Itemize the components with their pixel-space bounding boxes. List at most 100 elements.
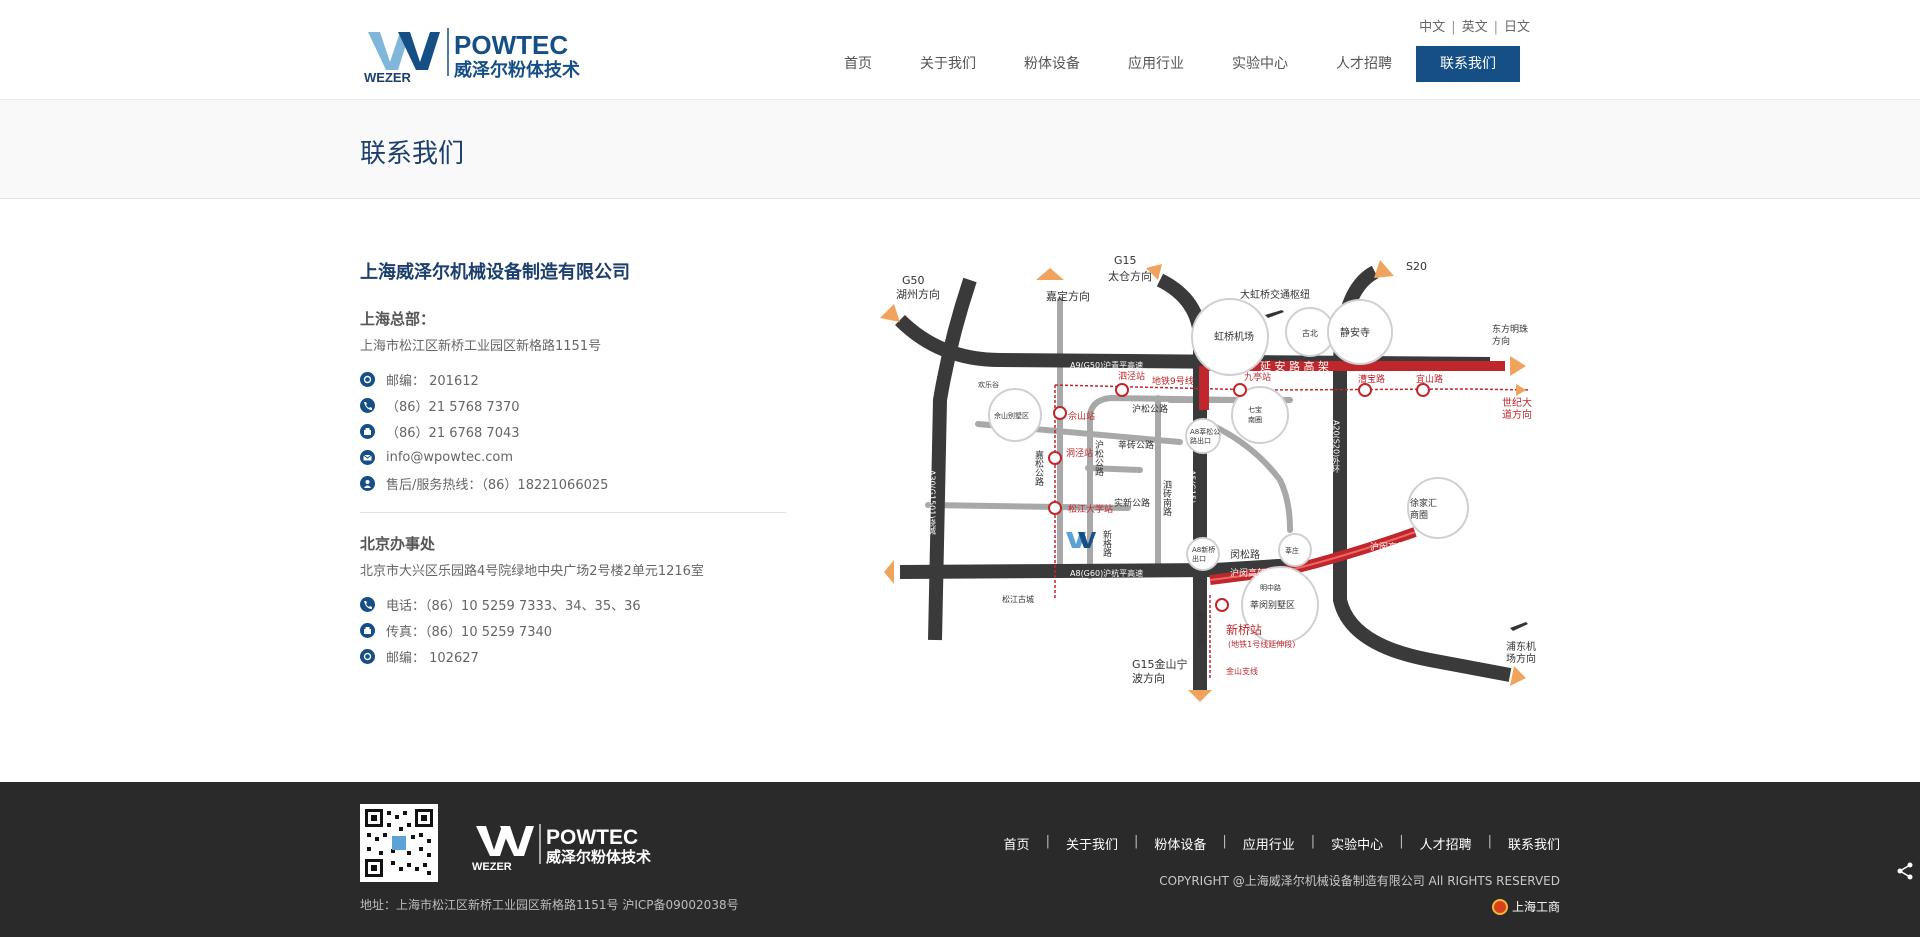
svg-text:静安寺: 静安寺 <box>1340 326 1370 339</box>
lang-japanese[interactable]: 日文 <box>1504 20 1530 35</box>
site-footer: WEZER POWTEC 威泽尔粉体技术 地址：上海市松江区新桥工业园区新格路1… <box>0 782 1920 937</box>
svg-text:(地铁1号线延伸段): (地铁1号线延伸段) <box>1228 639 1295 649</box>
shanghai-service-hotline: 售后/服务热线：（86）18221066025 <box>386 477 609 493</box>
svg-text:A5(G15): A5(G15) <box>1188 470 1197 503</box>
svg-text:泗砖南路: 泗砖南路 <box>1161 480 1172 517</box>
svg-text:泗泾站: 泗泾站 <box>1118 370 1145 382</box>
svg-text:POWTEC: POWTEC <box>454 30 568 60</box>
postcode-icon <box>360 371 375 387</box>
page-banner: 联系我们 <box>0 99 1920 199</box>
svg-text:沪闵高架延伸段: 沪闵高架延伸段 <box>1230 567 1293 579</box>
svg-text:欢乐谷: 欢乐谷 <box>978 380 999 389</box>
shanghai-service-row: 售后/服务热线：（86）18221066025 <box>360 470 786 496</box>
fax-icon <box>360 622 375 638</box>
shanghai-fax: （86）21 6768 7043 <box>386 425 520 441</box>
svg-text:WEZER: WEZER <box>364 70 412 84</box>
svg-text:G15: G15 <box>1114 254 1137 267</box>
page-title: 联系我们 <box>360 139 465 169</box>
svg-text:松江大学站: 松江大学站 <box>1068 503 1113 515</box>
svg-text:场方向: 场方向 <box>1506 652 1536 665</box>
svg-text:POWTEC: POWTEC <box>546 826 638 849</box>
beijing-postcode: 邮编： 102627 <box>386 650 479 666</box>
shanghai-email[interactable]: info@wpowtec.com <box>386 450 513 465</box>
nav-contact[interactable]: 联系我们 <box>1416 46 1520 82</box>
svg-text:A9(G50)沪青平高速: A9(G50)沪青平高速 <box>1070 360 1143 370</box>
svg-text:世纪大: 世纪大 <box>1502 396 1532 409</box>
svg-text:莘庄: 莘庄 <box>1285 546 1299 555</box>
svg-text:地铁9号线: 地铁9号线 <box>1152 375 1194 387</box>
svg-text:佘山别墅区: 佘山别墅区 <box>994 411 1029 420</box>
nav-powder-equipment[interactable]: 粉体设备 <box>1000 46 1104 82</box>
nav-home[interactable]: 首页 <box>820 46 896 82</box>
svg-text:路出口: 路出口 <box>1190 436 1211 445</box>
svg-text:沪闵高架: 沪闵高架 <box>1370 541 1406 553</box>
footer-nav-powder-equipment[interactable]: 粉体设备 <box>1154 834 1206 853</box>
shanghai-phone: （86）21 5768 7370 <box>386 399 520 415</box>
beijing-fax-row: 传真：（86）10 5259 7340 <box>360 617 786 643</box>
svg-text:A8(G60)沪杭平高速: A8(G60)沪杭平高速 <box>1070 568 1143 578</box>
nav-about[interactable]: 关于我们 <box>896 46 1000 82</box>
lang-english[interactable]: 英文 <box>1462 20 1488 35</box>
svg-text:S20: S20 <box>1406 260 1427 273</box>
svg-text:新格路: 新格路 <box>1101 529 1112 558</box>
svg-text:威泽尔粉体技术: 威泽尔粉体技术 <box>454 59 580 81</box>
business-license-badge[interactable]: 上海工商 <box>1491 898 1560 915</box>
svg-text:道方向: 道方向 <box>1502 408 1532 421</box>
svg-text:A8新桥: A8新桥 <box>1192 545 1215 554</box>
shanghai-fax-row: （86）21 6768 7043 <box>360 418 786 444</box>
lang-chinese[interactable]: 中文 <box>1419 20 1445 35</box>
location-map: G50 湖州方向 嘉定方向 G15 太仓方向 S20 大虹桥交通枢纽 虹桥机场 … <box>880 254 1536 702</box>
wezer-powtec-logo[interactable]: WEZER POWTEC 威泽尔粉体技术 <box>360 24 602 84</box>
copyright: COPYRIGHT @上海威泽尔机械设备制造有限公司 All RIGHTS RE… <box>1159 874 1560 888</box>
footer-nav-lab-center[interactable]: 实验中心 <box>1331 834 1383 853</box>
svg-text:A20(S20)外环: A20(S20)外环 <box>1332 420 1341 474</box>
svg-text:商圈: 商圈 <box>1410 509 1428 521</box>
svg-text:太仓方向: 太仓方向 <box>1108 269 1152 283</box>
svg-text:莘闵别墅区: 莘闵别墅区 <box>1250 599 1295 611</box>
svg-text:洞泾站: 洞泾站 <box>1066 447 1093 459</box>
language-switcher: 中文 | 英文 | 日文 <box>1419 20 1530 35</box>
nav-lab-center[interactable]: 实验中心 <box>1208 46 1312 82</box>
shanghai-phone-row: （86）21 5768 7370 <box>360 392 786 418</box>
svg-text:G50: G50 <box>902 274 925 287</box>
footer-nav-home[interactable]: 首页 <box>1004 834 1030 853</box>
beijing-address: 北京市大兴区乐园路4号院绿地中央广场2号楼2单元1216室 <box>360 564 704 579</box>
svg-text:方向: 方向 <box>1492 335 1510 347</box>
shanghai-office-title: 上海总部： <box>360 310 436 328</box>
beijing-office-title: 北京办事处 <box>360 535 436 553</box>
svg-text:A8莘松公: A8莘松公 <box>1190 427 1220 436</box>
svg-text:松江古城: 松江古城 <box>1002 594 1034 604</box>
footer-nav-careers[interactable]: 人才招聘 <box>1420 834 1472 853</box>
shanghai-postcode-row: 邮编： 201612 <box>360 366 786 392</box>
shanghai-postcode: 邮编： 201612 <box>386 373 479 389</box>
share-button[interactable] <box>1890 856 1920 886</box>
footer-nav-contact[interactable]: 联系我们 <box>1508 834 1560 853</box>
contact-info: 上海威泽尔机械设备制造有限公司 上海总部： 上海市松江区新桥工业园区新格路115… <box>360 258 786 669</box>
fax-icon <box>360 423 375 439</box>
svg-text:东方明珠: 东方明珠 <box>1492 323 1528 335</box>
svg-text:新桥站: 新桥站 <box>1226 622 1262 637</box>
nav-industries[interactable]: 应用行业 <box>1104 46 1208 82</box>
svg-text:A30(G1501)绕城: A30(G1501)绕城 <box>928 470 937 535</box>
business-license-label: 上海工商 <box>1511 900 1560 914</box>
svg-text:闵松路: 闵松路 <box>1230 548 1260 561</box>
main-nav: 首页 关于我们 粉体设备 应用行业 实验中心 人才招聘 联系我们 <box>820 46 1520 82</box>
svg-text:WEZER: WEZER <box>472 861 512 872</box>
nav-careers[interactable]: 人才招聘 <box>1312 46 1416 82</box>
svg-text:南圈: 南圈 <box>1248 415 1262 424</box>
shanghai-address: 上海市松江区新桥工业园区新格路1151号 <box>360 339 602 354</box>
svg-text:嘉金高速: 嘉金高速 <box>1195 609 1206 647</box>
user-icon <box>360 475 375 491</box>
footer-nav-industries[interactable]: 应用行业 <box>1243 834 1295 853</box>
svg-text:虹桥机场: 虹桥机场 <box>1214 330 1254 343</box>
footer-nav-about[interactable]: 关于我们 <box>1066 834 1118 853</box>
svg-text:九亭站: 九亭站 <box>1244 371 1271 383</box>
svg-text:延 安 路 高 架: 延 安 路 高 架 <box>1260 359 1329 373</box>
svg-text:嘉定方向: 嘉定方向 <box>1046 289 1090 303</box>
beijing-postcode-row: 邮编： 102627 <box>360 643 786 669</box>
postcode-icon <box>360 648 375 664</box>
svg-text:波方向: 波方向 <box>1132 671 1165 685</box>
beijing-fax: 传真：（86）10 5259 7340 <box>386 624 553 640</box>
svg-text:徐家汇: 徐家汇 <box>1410 497 1437 509</box>
footer-logo[interactable]: WEZER POWTEC 威泽尔粉体技术 <box>470 820 670 872</box>
